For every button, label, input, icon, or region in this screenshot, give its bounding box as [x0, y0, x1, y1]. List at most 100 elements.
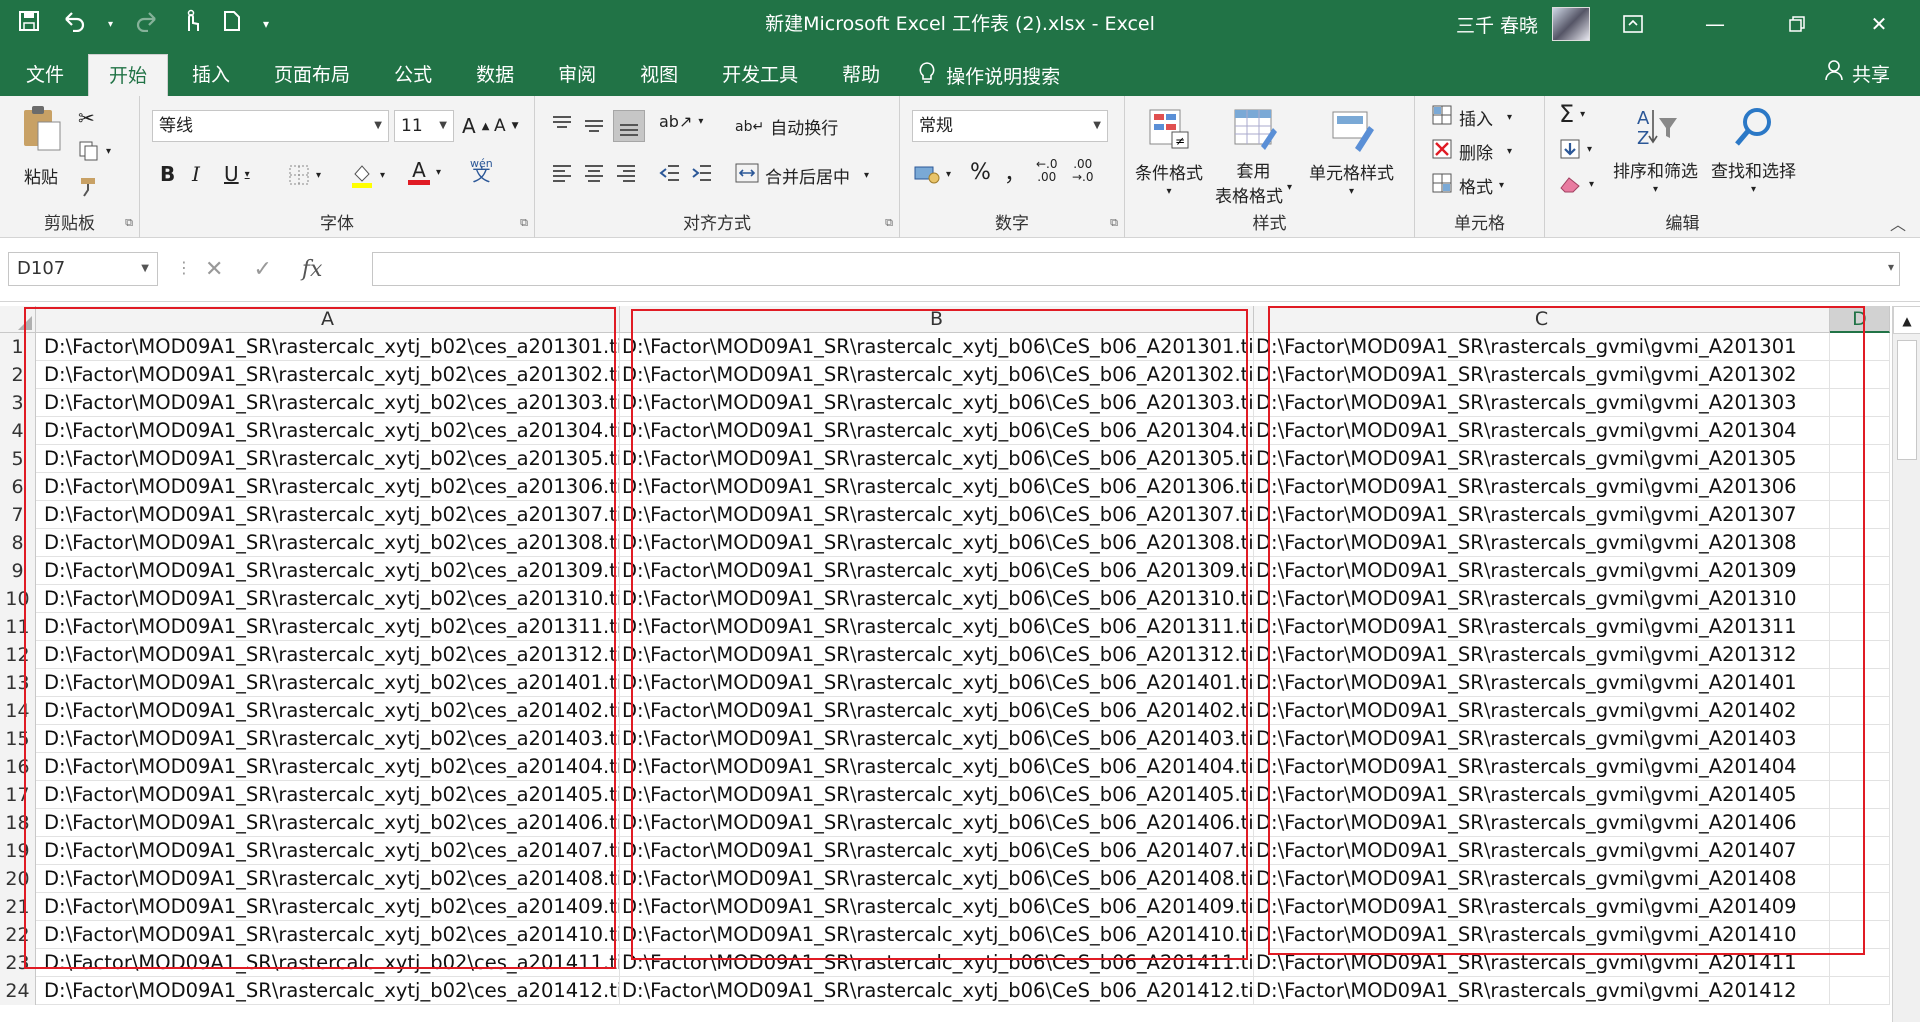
tab-review[interactable]: 审阅	[538, 54, 616, 96]
cell-c[interactable]: D:\Factor\MOD09A1_SR\rastercals_gvmi\gvm…	[1254, 529, 1830, 557]
cell-d[interactable]	[1830, 669, 1890, 697]
cut-icon[interactable]: ✂	[78, 106, 95, 130]
cell-c[interactable]: D:\Factor\MOD09A1_SR\rastercals_gvmi\gvm…	[1254, 613, 1830, 641]
new-file-icon[interactable]	[223, 10, 241, 38]
cell-a[interactable]: D:\Factor\MOD09A1_SR\rastercalc_xytj_b02…	[36, 949, 620, 977]
cell-a[interactable]: D:\Factor\MOD09A1_SR\rastercalc_xytj_b02…	[36, 669, 620, 697]
cell-c[interactable]: D:\Factor\MOD09A1_SR\rastercals_gvmi\gvm…	[1254, 501, 1830, 529]
row-header[interactable]: 4	[0, 417, 36, 445]
insert-cells-button[interactable]: 插入 ▾	[1431, 104, 1512, 131]
cell-d[interactable]	[1830, 837, 1890, 865]
enter-check-icon[interactable]: ✓	[253, 257, 271, 282]
cell-a[interactable]: D:\Factor\MOD09A1_SR\rastercalc_xytj_b02…	[36, 809, 620, 837]
chevron-down-icon[interactable]: ▾	[864, 170, 869, 181]
cell-c[interactable]: D:\Factor\MOD09A1_SR\rastercals_gvmi\gvm…	[1254, 389, 1830, 417]
cell-c[interactable]: D:\Factor\MOD09A1_SR\rastercals_gvmi\gvm…	[1254, 361, 1830, 389]
italic-icon[interactable]: I	[192, 162, 200, 186]
paste-button[interactable]: 粘贴	[20, 104, 62, 188]
cell-d[interactable]	[1830, 809, 1890, 837]
cell-b[interactable]: D:\Factor\MOD09A1_SR\rastercalc_xytj_b06…	[620, 669, 1254, 697]
cell-a[interactable]: D:\Factor\MOD09A1_SR\rastercalc_xytj_b02…	[36, 557, 620, 585]
cell-b[interactable]: D:\Factor\MOD09A1_SR\rastercalc_xytj_b06…	[620, 641, 1254, 669]
row-header[interactable]: 18	[0, 809, 36, 837]
cell-c[interactable]: D:\Factor\MOD09A1_SR\rastercals_gvmi\gvm…	[1254, 753, 1830, 781]
row-header[interactable]: 16	[0, 753, 36, 781]
increase-font-size-icon[interactable]: A ▲	[462, 114, 489, 138]
row-header[interactable]: 1	[0, 333, 36, 361]
percent-style-button[interactable]: %	[970, 160, 991, 185]
cell-c[interactable]: D:\Factor\MOD09A1_SR\rastercals_gvmi\gvm…	[1254, 781, 1830, 809]
cell-c[interactable]: D:\Factor\MOD09A1_SR\rastercals_gvmi\gvm…	[1254, 641, 1830, 669]
comma-style-button[interactable]: ，	[1004, 156, 1026, 188]
column-header-a[interactable]: A	[36, 306, 620, 333]
cell-a[interactable]: D:\Factor\MOD09A1_SR\rastercalc_xytj_b02…	[36, 501, 620, 529]
cell-c[interactable]: D:\Factor\MOD09A1_SR\rastercals_gvmi\gvm…	[1254, 417, 1830, 445]
cell-d[interactable]	[1830, 977, 1890, 1005]
cell-b[interactable]: D:\Factor\MOD09A1_SR\rastercalc_xytj_b06…	[620, 977, 1254, 1005]
row-header[interactable]: 19	[0, 837, 36, 865]
row-header[interactable]: 12	[0, 641, 36, 669]
cell-d[interactable]	[1830, 389, 1890, 417]
user-account[interactable]: 三千 春晓	[1456, 0, 1590, 48]
cell-c[interactable]: D:\Factor\MOD09A1_SR\rastercals_gvmi\gvm…	[1254, 557, 1830, 585]
cell-d[interactable]	[1830, 725, 1890, 753]
phonetic-guide-icon[interactable]: wén 文	[470, 158, 493, 185]
sort-filter-button[interactable]: AZ 排序和筛选 ▾	[1613, 104, 1698, 195]
merge-center-button[interactable]: 合并后居中 ▾	[735, 162, 869, 189]
increase-decimal-icon[interactable]: ←.0.00	[1036, 158, 1058, 184]
cell-b[interactable]: D:\Factor\MOD09A1_SR\rastercalc_xytj_b06…	[620, 445, 1254, 473]
save-icon[interactable]	[18, 10, 40, 38]
cell-a[interactable]: D:\Factor\MOD09A1_SR\rastercalc_xytj_b02…	[36, 389, 620, 417]
avatar[interactable]	[1552, 7, 1590, 41]
accounting-format-icon[interactable]: ▾	[914, 164, 951, 184]
column-header-d[interactable]: D	[1830, 306, 1890, 333]
fill-color-icon[interactable]: ▾	[350, 162, 385, 188]
cell-c[interactable]: D:\Factor\MOD09A1_SR\rastercals_gvmi\gvm…	[1254, 921, 1830, 949]
formula-input[interactable]	[372, 252, 1900, 286]
tab-insert[interactable]: 插入	[172, 54, 250, 96]
cell-d[interactable]	[1830, 417, 1890, 445]
cell-d[interactable]	[1830, 501, 1890, 529]
cell-b[interactable]: D:\Factor\MOD09A1_SR\rastercalc_xytj_b06…	[620, 809, 1254, 837]
clear-icon[interactable]: ▾	[1559, 174, 1594, 194]
cell-b[interactable]: D:\Factor\MOD09A1_SR\rastercalc_xytj_b06…	[620, 725, 1254, 753]
row-header[interactable]: 7	[0, 501, 36, 529]
row-header[interactable]: 13	[0, 669, 36, 697]
align-center-icon[interactable]	[583, 162, 605, 184]
row-header[interactable]: 8	[0, 529, 36, 557]
more-options-icon[interactable]: ⋮	[176, 258, 192, 277]
tab-home[interactable]: 开始	[88, 54, 169, 96]
row-header[interactable]: 9	[0, 557, 36, 585]
tab-view[interactable]: 视图	[620, 54, 698, 96]
cell-d[interactable]	[1830, 697, 1890, 725]
cell-d[interactable]	[1830, 557, 1890, 585]
cell-a[interactable]: D:\Factor\MOD09A1_SR\rastercalc_xytj_b02…	[36, 445, 620, 473]
format-cells-button[interactable]: 格式 ▾	[1431, 172, 1504, 199]
cell-c[interactable]: D:\Factor\MOD09A1_SR\rastercals_gvmi\gvm…	[1254, 809, 1830, 837]
row-header[interactable]: 15	[0, 725, 36, 753]
align-top-icon[interactable]	[551, 114, 573, 136]
decrease-indent-icon[interactable]	[659, 162, 681, 184]
conditional-formatting-button[interactable]: ≠ 条件格式 ▾	[1135, 106, 1203, 197]
cell-a[interactable]: D:\Factor\MOD09A1_SR\rastercalc_xytj_b02…	[36, 641, 620, 669]
column-header-c[interactable]: C	[1254, 306, 1830, 333]
row-header[interactable]: 11	[0, 613, 36, 641]
copy-icon[interactable]: ▾	[78, 140, 111, 162]
autosum-icon[interactable]: Σ ▾	[1559, 100, 1585, 128]
cell-c[interactable]: D:\Factor\MOD09A1_SR\rastercals_gvmi\gvm…	[1254, 669, 1830, 697]
cell-b[interactable]: D:\Factor\MOD09A1_SR\rastercalc_xytj_b06…	[620, 893, 1254, 921]
cell-c[interactable]: D:\Factor\MOD09A1_SR\rastercals_gvmi\gvm…	[1254, 697, 1830, 725]
font-name-combo[interactable]: 等线 ▼	[152, 110, 389, 142]
cell-a[interactable]: D:\Factor\MOD09A1_SR\rastercalc_xytj_b02…	[36, 585, 620, 613]
cell-b[interactable]: D:\Factor\MOD09A1_SR\rastercalc_xytj_b06…	[620, 613, 1254, 641]
cell-d[interactable]	[1830, 333, 1890, 361]
cell-d[interactable]	[1830, 641, 1890, 669]
tab-data[interactable]: 数据	[456, 54, 534, 96]
row-header[interactable]: 10	[0, 585, 36, 613]
row-header[interactable]: 21	[0, 893, 36, 921]
font-color-icon[interactable]: A ▾	[408, 160, 441, 185]
share-button[interactable]: 共享	[1824, 54, 1890, 96]
select-all-corner[interactable]	[0, 306, 36, 333]
cell-b[interactable]: D:\Factor\MOD09A1_SR\rastercalc_xytj_b06…	[620, 473, 1254, 501]
align-right-icon[interactable]	[615, 162, 637, 184]
